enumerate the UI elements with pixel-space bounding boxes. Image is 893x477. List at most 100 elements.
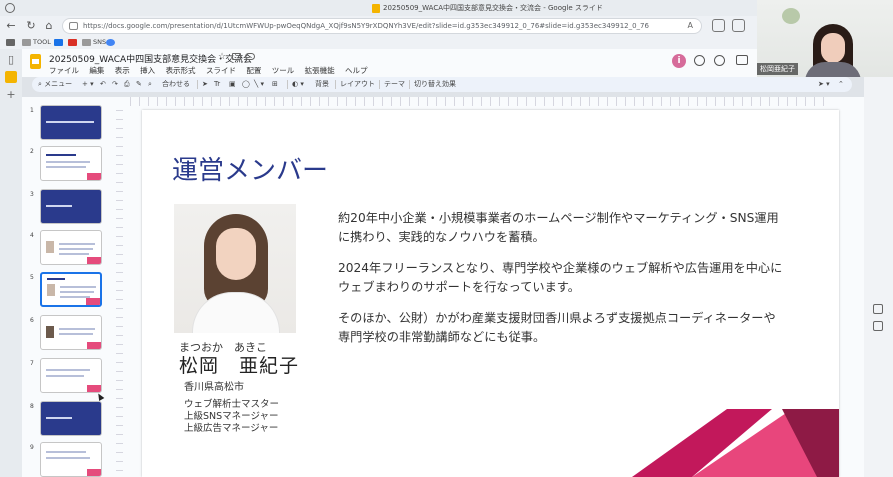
gemini-icon[interactable]: i: [672, 54, 686, 68]
slide-thumbnail-8[interactable]: [40, 401, 102, 436]
redo-icon[interactable]: ↷: [112, 79, 118, 90]
bio-paragraph: 2024年フリーランスとなり、専門学校や企業様のウェブ解析や広告運用を中心にウェ…: [338, 261, 783, 294]
mouse-cursor: [95, 391, 105, 402]
slide-title[interactable]: 運営メンバー: [172, 150, 328, 187]
history-icon[interactable]: [694, 55, 705, 66]
bookmark-sns[interactable]: SNS: [82, 38, 106, 47]
comment-icon[interactable]: [714, 55, 725, 66]
meet-video-icon[interactable]: [736, 55, 748, 65]
zoom-select[interactable]: 合わせる: [162, 79, 190, 90]
slide-number: 4: [30, 232, 34, 239]
current-slide[interactable]: 運営メンバー まつおか あきこ 松岡 亜紀子 香川県高松市 ウェブ解析士マスター…: [142, 110, 839, 477]
speaker-notes-icon[interactable]: [873, 304, 883, 314]
slide-thumbnail-5[interactable]: [40, 272, 102, 307]
slide-number: 6: [30, 317, 34, 324]
bio-paragraph: 約20年中小企業・小規模事業者のホームページ制作やマーケティング・SNS運用に携…: [338, 211, 779, 244]
qualification-item: ウェブ解析士マスター: [184, 399, 280, 410]
comment-add-icon[interactable]: ⊞: [272, 79, 278, 90]
explore-icon[interactable]: [873, 321, 883, 331]
reload-icon[interactable]: ↻: [24, 19, 38, 33]
bookmark-blue[interactable]: [54, 38, 65, 47]
menu-tools[interactable]: ツール: [272, 66, 295, 75]
pointer-mode-icon[interactable]: ➤ ▾: [818, 79, 830, 90]
collapse-toolbar-icon[interactable]: ⌃: [838, 79, 844, 90]
member-location[interactable]: 香川県高松市: [184, 378, 244, 393]
bookmark-tool[interactable]: TOOL: [22, 38, 51, 47]
folder-icon: [82, 38, 91, 46]
toolbar-divider: [379, 80, 380, 89]
slide-thumbnail-3[interactable]: [40, 189, 102, 224]
print-icon[interactable]: ⎙: [124, 79, 130, 90]
slide-number: 9: [30, 444, 34, 451]
sidebar-icon[interactable]: ▯: [5, 54, 17, 66]
window-menu-icon[interactable]: [5, 3, 15, 13]
toolbar-divider: [335, 80, 336, 89]
transition-button[interactable]: 切り替え効果: [414, 79, 456, 90]
bookmarks-bar: TOOL SNS: [0, 36, 760, 49]
menu-bar: ファイル 編集 表示 挿入 表示形式 スライド 配置 ツール 拡張機能 ヘルプ: [49, 65, 376, 76]
member-bio[interactable]: 約20年中小企業・小規模事業者のホームページ制作やマーケティング・SNS運用に携…: [338, 209, 783, 359]
search-menu-button[interactable]: ⌕ メニュー: [38, 79, 72, 90]
url-field[interactable]: https://docs.google.com/presentation/d/1…: [62, 18, 702, 34]
menu-insert[interactable]: 挿入: [140, 66, 155, 75]
star-icon[interactable]: ☆: [218, 52, 226, 62]
menu-help[interactable]: ヘルプ: [345, 66, 368, 75]
line-icon[interactable]: ╲ ▾: [254, 79, 264, 90]
back-icon[interactable]: ←: [4, 19, 18, 33]
slides-app-icon[interactable]: [5, 71, 17, 83]
theme-button[interactable]: テーマ: [384, 79, 405, 90]
globe-icon: [106, 38, 115, 46]
bookmark-apps[interactable]: [6, 38, 17, 47]
apps-icon: [6, 38, 15, 46]
slide-thumbnail-7[interactable]: [40, 358, 102, 393]
menu-edit[interactable]: 編集: [89, 66, 104, 75]
undo-icon[interactable]: ↶: [100, 79, 106, 90]
slide-thumbnail-4[interactable]: [40, 230, 102, 265]
shape-icon[interactable]: ◯: [242, 79, 250, 90]
member-name[interactable]: 松岡 亜紀子: [179, 351, 299, 378]
add-icon[interactable]: +: [5, 89, 17, 101]
fill-color-icon[interactable]: ◐ ▾: [292, 79, 304, 90]
slide-thumbnail-2[interactable]: [40, 146, 102, 181]
home-icon[interactable]: ⌂: [42, 19, 56, 33]
edit-toolbar: ⌕ メニュー + ▾ ↶ ↷ ⎙ ✎ ⌕ 合わせる ➤ Tr ▣ ◯ ╲ ▾ ⊞…: [32, 77, 852, 92]
qualifications-list[interactable]: ウェブ解析士マスター 上級SNSマネージャー 上級広告マネージャー: [184, 399, 279, 435]
background-button[interactable]: 背景: [315, 79, 329, 90]
menu-file[interactable]: ファイル: [49, 66, 79, 75]
menu-extensions[interactable]: 拡張機能: [305, 66, 335, 75]
left-rail: ▯ +: [0, 49, 22, 477]
select-tool-icon[interactable]: ➤: [202, 79, 208, 90]
paint-format-icon[interactable]: ✎: [136, 79, 142, 90]
folder-icon: [22, 38, 31, 46]
bookmark-star-icon[interactable]: [732, 19, 745, 32]
bookmark-red[interactable]: [68, 38, 79, 47]
text-box-icon[interactable]: Tr: [214, 79, 220, 90]
profile-icon[interactable]: [712, 19, 725, 32]
move-folder-icon[interactable]: [232, 53, 241, 60]
webcam-overlay: 松岡亜紀子: [757, 0, 893, 77]
vertical-ruler[interactable]: [116, 110, 123, 477]
menu-slide[interactable]: スライド: [206, 66, 236, 75]
qualification-item: 上級SNSマネージャー: [184, 411, 279, 422]
profile-photo[interactable]: [174, 204, 296, 333]
slide-thumbnail-6[interactable]: [40, 315, 102, 350]
slide-number: 8: [30, 403, 34, 410]
reader-mode-icon[interactable]: A: [688, 21, 693, 30]
menu-view[interactable]: 表示: [115, 66, 130, 75]
image-icon[interactable]: ▣: [229, 79, 236, 90]
slide-number: 2: [30, 148, 34, 155]
menu-format[interactable]: 表示形式: [166, 66, 196, 75]
toolbar-divider: [197, 80, 198, 89]
menu-arrange[interactable]: 配置: [246, 66, 261, 75]
slide-thumbnail-1[interactable]: [40, 105, 102, 140]
zoom-icon[interactable]: ⌕: [148, 79, 152, 90]
side-panel: [864, 49, 893, 477]
new-slide-button[interactable]: + ▾: [82, 79, 94, 90]
horizontal-ruler[interactable]: [130, 97, 830, 106]
window-title: 20250509_WACA中四国支部意見交換会・交流会 - Google スライ…: [383, 4, 603, 12]
bookmark-globe[interactable]: [106, 38, 117, 47]
slide-thumbnail-9[interactable]: [40, 442, 102, 477]
layout-button[interactable]: レイアウト: [340, 79, 375, 90]
slides-logo-icon[interactable]: [30, 54, 41, 69]
site-info-icon[interactable]: [69, 22, 78, 30]
